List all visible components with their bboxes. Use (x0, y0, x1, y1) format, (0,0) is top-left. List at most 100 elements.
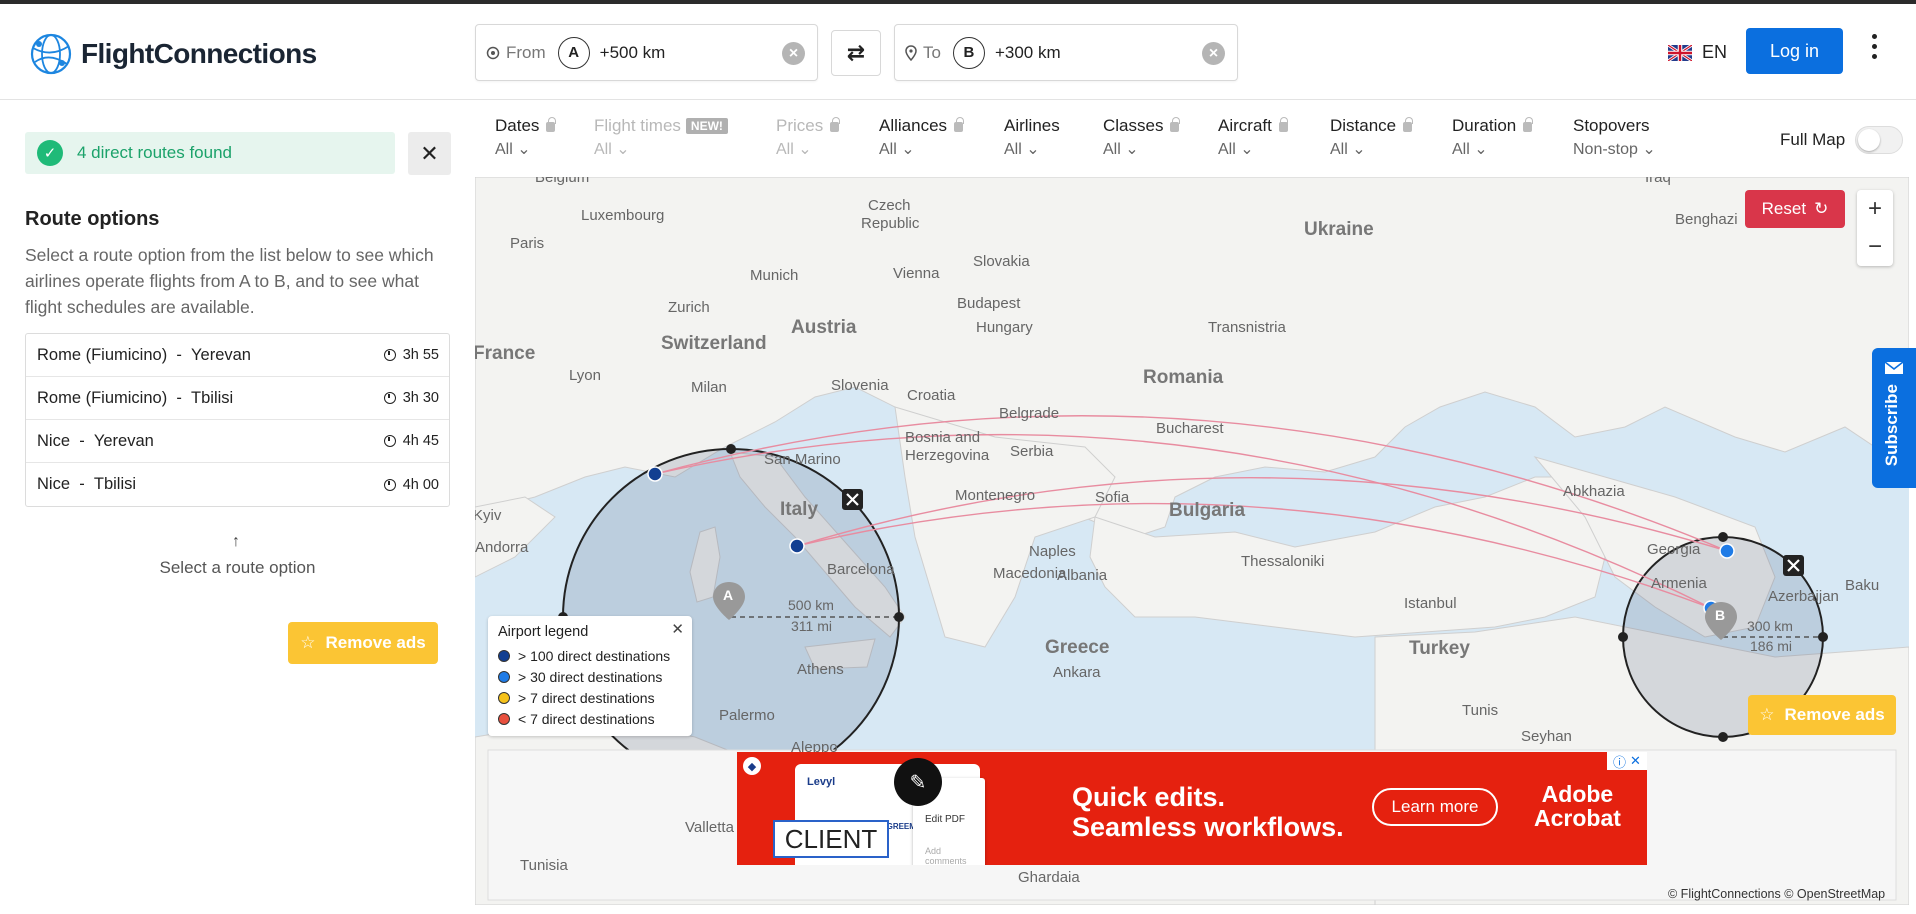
chevron-down-icon: ⌄ (616, 141, 630, 158)
destination-pin-icon (905, 44, 917, 61)
filter-airlines[interactable]: Airlines All ⌄ (1004, 116, 1103, 166)
select-route-hint: Select a route option (159, 558, 316, 577)
from-label: From (506, 42, 546, 62)
map-label: Naples (1029, 543, 1076, 560)
map-label: Thessaloniki (1241, 553, 1325, 570)
map-label: Macedonia (993, 565, 1067, 582)
route-item[interactable]: Rome (Fiumicino) - Tbilisi 3h 30 (26, 377, 449, 420)
filter-label: Dates (495, 116, 540, 135)
clear-to-icon[interactable]: × (1202, 42, 1225, 65)
filter-flight-times[interactable]: Flight times NEW! All ⌄ (594, 116, 776, 166)
route-options-description: Select a route option from the list belo… (25, 245, 434, 317)
legend-dot (498, 670, 510, 683)
filter-prices[interactable]: Prices All ⌄ (776, 116, 879, 166)
map-label: Baku (1845, 577, 1880, 594)
radius-b-km: 300 km (1747, 618, 1793, 634)
routes-found-status: ✓ 4 direct routes found (25, 132, 395, 174)
filter-value: Non-stop (1573, 141, 1638, 158)
from-field[interactable]: From A +500 km × (475, 24, 818, 81)
marker-b: B (952, 36, 985, 69)
more-menu-icon[interactable] (1872, 34, 1880, 64)
logo[interactable]: FlightConnections (29, 32, 317, 76)
mail-icon (1884, 361, 1904, 374)
to-field[interactable]: To B +300 km × (894, 24, 1238, 81)
ad-close-icon[interactable]: ✕ (1630, 753, 1641, 769)
legend-item: > 30 direct destinations (498, 666, 682, 687)
map-country-label: Turkey (1409, 638, 1470, 659)
login-button[interactable]: Log in (1746, 28, 1843, 74)
language-selector[interactable]: EN (1668, 42, 1727, 63)
filter-value: All (1218, 141, 1236, 158)
ad-info-icon[interactable]: ⓘ (1613, 752, 1626, 771)
route-from: Nice (37, 475, 71, 493)
route-item[interactable]: Nice - Yerevan 4h 45 (26, 420, 449, 463)
new-badge: NEW! (685, 118, 728, 134)
map-label: Tunis (1462, 702, 1499, 719)
map-label: Barcelona (827, 561, 895, 578)
radius-b-mi: 186 mi (1750, 638, 1793, 654)
legend-item: > 7 direct destinations (498, 687, 682, 708)
map-label: Hungary (976, 319, 1033, 336)
chevron-down-icon: ⌄ (1026, 141, 1040, 158)
route-list: Rome (Fiumicino) - Yerevan 3h 55 Rome (F… (25, 333, 450, 507)
map-label: Albania (1057, 567, 1108, 584)
filter-dates[interactable]: Dates All ⌄ (495, 116, 594, 166)
filter-label: Aircraft (1218, 116, 1272, 135)
map-label: Ankara (1053, 664, 1101, 681)
remove-ads-label: Remove ads (325, 633, 426, 652)
map-label: Istanbul (1404, 595, 1457, 612)
star-icon: ☆ (1759, 705, 1775, 724)
filter-distance[interactable]: Distance All ⌄ (1330, 116, 1452, 166)
map-label: Armenia (1651, 575, 1707, 592)
clear-from-icon[interactable]: × (782, 42, 805, 65)
route-from: Nice (37, 431, 71, 450)
to-value[interactable]: +300 km (995, 43, 1061, 63)
map-country-label: Austria (791, 317, 857, 338)
route-to: Yerevan (191, 345, 251, 364)
zoom-out-button[interactable]: − (1857, 228, 1893, 266)
reset-button[interactable]: Reset ↻ (1745, 190, 1845, 228)
lock-icon (954, 117, 964, 132)
airport-nice (647, 466, 663, 482)
map-country-label: Romania (1143, 367, 1224, 388)
from-value[interactable]: +500 km (600, 43, 666, 63)
map-label: San Marino (764, 451, 841, 468)
filter-stopovers[interactable]: Stopovers Non-stop ⌄ (1573, 116, 1693, 166)
map-label: Transnistria (1208, 319, 1286, 336)
route-to: Tbilisi (191, 388, 234, 407)
advertisement-banner[interactable]: Levyl CLIENT AGREEMENT Edit PDF Add comm… (737, 752, 1647, 865)
toggle-switch[interactable] (1855, 126, 1904, 154)
legend-dot (498, 649, 510, 662)
reset-label: Reset (1761, 199, 1807, 218)
filter-classes[interactable]: Classes All ⌄ (1103, 116, 1218, 166)
airport-rome (789, 538, 805, 554)
legend-label: > 100 direct destinations (518, 647, 671, 664)
header: FlightConnections From A +500 km × ⇄ To … (0, 4, 1916, 100)
route-separator: - (79, 431, 85, 450)
close-icon: ✕ (420, 140, 439, 166)
chevron-down-icon: ⌄ (1642, 141, 1656, 158)
chevron-down-icon: ⌄ (1352, 141, 1366, 158)
filter-aircraft[interactable]: Aircraft All ⌄ (1218, 116, 1330, 166)
map-label: Azerbaijan (1768, 588, 1839, 605)
subscribe-tab[interactable]: Subscribe (1872, 348, 1916, 488)
remove-ads-button[interactable]: ☆ Remove ads (288, 622, 438, 664)
ad-menu-item: Add comments (925, 846, 967, 865)
map-country-label: Ukraine (1304, 219, 1374, 240)
route-duration: 4h 00 (402, 476, 439, 493)
zoom-in-button[interactable]: + (1857, 190, 1893, 228)
filter-alliances[interactable]: Alliances All ⌄ (879, 116, 1004, 166)
map-label: Czech (868, 197, 911, 214)
filter-duration[interactable]: Duration All ⌄ (1452, 116, 1573, 166)
swap-button[interactable]: ⇄ (831, 30, 881, 76)
zoom-controls: + − (1857, 190, 1893, 266)
route-item[interactable]: Rome (Fiumicino) - Yerevan 3h 55 (26, 334, 449, 377)
route-item[interactable]: Nice - Tbilisi 4h 00 (26, 463, 449, 506)
full-map-toggle[interactable]: Full Map (1780, 126, 1904, 154)
ad-brand: Adobe Acrobat (1534, 782, 1621, 830)
ad-learn-more-button[interactable]: Learn more (1372, 788, 1498, 826)
close-status-button[interactable]: ✕ (408, 132, 451, 175)
remove-ads-map-button[interactable]: ☆ Remove ads (1748, 695, 1896, 735)
close-legend-icon[interactable]: ✕ (671, 620, 684, 638)
route-options-title: Route options (25, 208, 160, 230)
